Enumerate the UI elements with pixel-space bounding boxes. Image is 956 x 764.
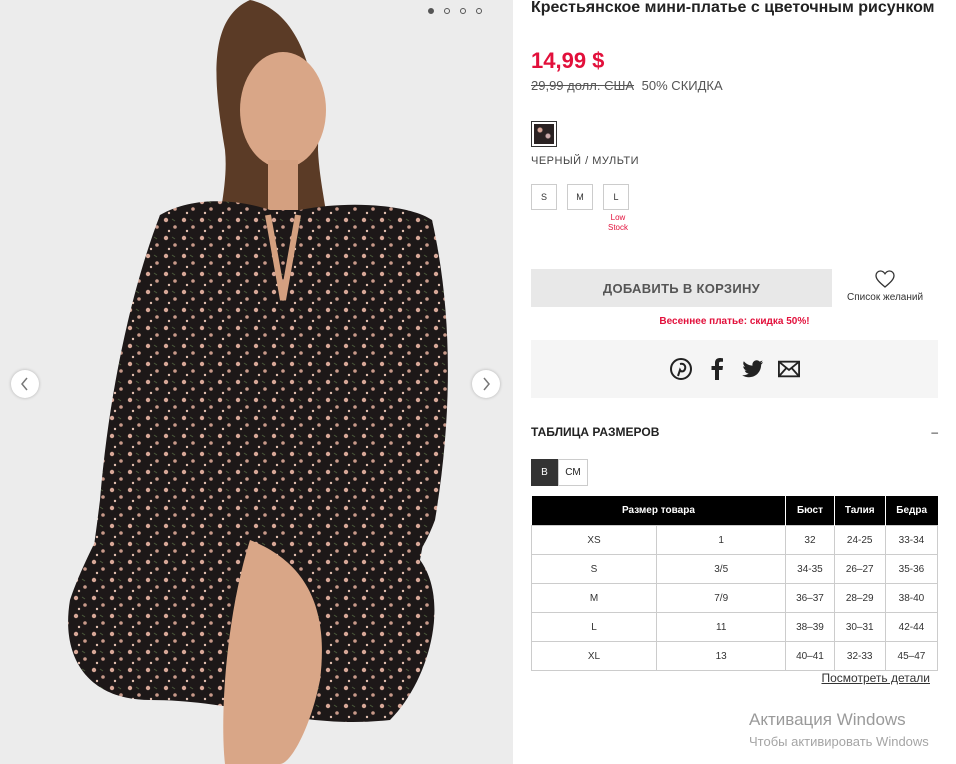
table-header: Талия: [834, 496, 886, 526]
twitter-icon[interactable]: [741, 358, 764, 380]
product-price: 14,99 $: [531, 48, 605, 73]
size-option-m[interactable]: M: [567, 184, 593, 210]
table-cell: 32: [785, 525, 835, 555]
table-cell: 28–29: [833, 583, 886, 613]
old-price-row: 29,99 долл. США 50% СКИДКА: [531, 78, 723, 93]
table-header: Бедра: [885, 496, 938, 526]
view-details-link[interactable]: Посмотреть детали: [821, 671, 930, 685]
add-to-cart-button[interactable]: ДОБАВИТЬ В КОРЗИНУ: [531, 269, 832, 307]
swatch-pattern: [534, 124, 554, 144]
size-option-l[interactable]: L: [603, 184, 629, 210]
pinterest-icon[interactable]: [669, 358, 692, 380]
table-cell: 11: [656, 612, 787, 642]
table-cell: 30–31: [833, 612, 886, 642]
wishlist-button[interactable]: Список желаний: [842, 270, 928, 303]
gallery-dot[interactable]: [428, 8, 434, 14]
product-gallery: [0, 0, 513, 764]
size-chart-header[interactable]: ТАБЛИЦА РАЗМЕРОВ –: [531, 425, 938, 439]
table-cell: 33-34: [884, 525, 939, 555]
unit-cm-button[interactable]: СМ: [558, 459, 588, 486]
table-cell: 26–27: [833, 554, 886, 584]
table-cell: 45–47: [884, 641, 939, 671]
table-cell: 13: [656, 641, 787, 671]
gallery-prev-button[interactable]: [11, 370, 39, 398]
table-cell: XL: [530, 641, 658, 671]
unit-inches-button[interactable]: В: [531, 459, 558, 486]
discount-label: 50% СКИДКА: [641, 78, 723, 93]
table-row: XS 1 32 24-25 33-34: [530, 525, 939, 555]
activation-subtitle: Чтобы активировать Windows: [749, 734, 929, 749]
table-row: S 3/5 34-35 26–27 35-36: [530, 554, 939, 584]
table-cell: S: [530, 554, 658, 584]
size-option-s[interactable]: S: [531, 184, 557, 210]
size-chart-table: Размер товара Бюст Талия Бедра XS 1 32 2…: [530, 496, 939, 671]
table-cell: M: [530, 583, 658, 613]
product-title: Крестьянское мини-платье с цветочным рис…: [531, 0, 935, 16]
table-cell: 38-40: [884, 583, 939, 613]
gallery-dot[interactable]: [460, 8, 466, 14]
table-cell: 42-44: [884, 612, 939, 642]
email-icon[interactable]: [777, 358, 800, 380]
table-header: Бюст: [785, 496, 835, 526]
table-header-row: Размер товара Бюст Талия Бедра: [531, 496, 938, 526]
table-row: L 11 38–39 30–31 42-44: [530, 612, 939, 642]
table-cell: 36–37: [785, 583, 835, 613]
collapse-icon[interactable]: –: [931, 425, 938, 439]
table-cell: 32-33: [833, 641, 886, 671]
wishlist-label: Список желаний: [846, 292, 924, 303]
heart-icon: [875, 270, 895, 288]
gallery-dots[interactable]: [428, 8, 482, 14]
chevron-left-icon: [21, 377, 28, 391]
old-price: 29,99 долл. США: [531, 78, 635, 93]
unit-toggle: В СМ: [531, 459, 588, 486]
table-cell: L: [530, 612, 658, 642]
product-info: Крестьянское мини-платье с цветочным рис…: [530, 0, 939, 685]
table-row: M 7/9 36–37 28–29 38-40: [530, 583, 939, 613]
table-cell: 34-35: [785, 554, 835, 584]
size-selector: S M L: [531, 184, 629, 210]
table-cell: 35-36: [884, 554, 939, 584]
table-cell: 7/9: [656, 583, 787, 613]
gallery-dot[interactable]: [476, 8, 482, 14]
color-name: ЧЕРНЫЙ / МУЛЬТИ: [531, 155, 640, 167]
product-photo: [0, 0, 513, 764]
share-bar: [531, 340, 938, 398]
table-header: Размер товара: [531, 496, 787, 526]
low-stock-label: Low Stock: [607, 213, 628, 232]
chevron-right-icon: [483, 377, 490, 391]
promo-text: Весеннее платье: скидка 50%!: [659, 316, 810, 327]
color-swatch[interactable]: [531, 121, 557, 147]
facebook-icon[interactable]: [706, 358, 728, 380]
table-cell: 40–41: [785, 641, 835, 671]
table-cell: 1: [656, 525, 787, 555]
gallery-next-button[interactable]: [472, 370, 500, 398]
size-chart-title: ТАБЛИЦА РАЗМЕРОВ: [531, 425, 660, 439]
table-cell: XS: [530, 525, 658, 555]
windows-activation-watermark: Активация Windows Чтобы активировать Win…: [749, 710, 929, 749]
activation-title: Активация Windows: [749, 710, 906, 729]
table-cell: 38–39: [785, 612, 835, 642]
gallery-dot[interactable]: [444, 8, 450, 14]
table-row: XL 13 40–41 32-33 45–47: [530, 641, 939, 671]
table-cell: 3/5: [656, 554, 787, 584]
table-cell: 24-25: [833, 525, 886, 555]
